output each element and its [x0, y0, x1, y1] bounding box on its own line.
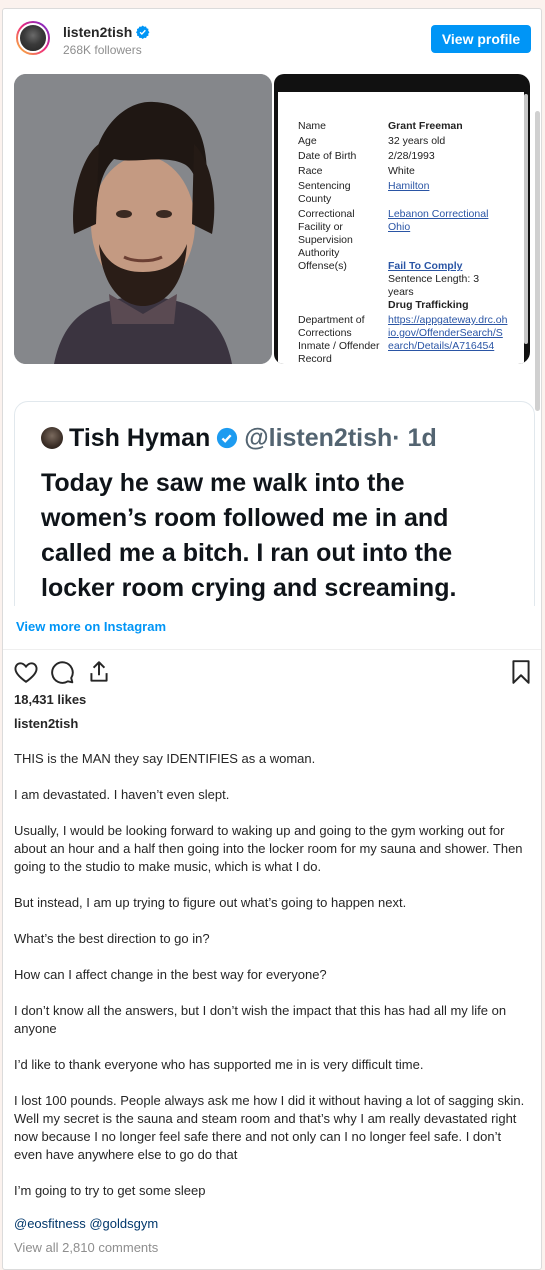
share-icon[interactable] — [86, 659, 112, 685]
record-label: Name — [298, 120, 327, 132]
media-scrollbar[interactable] — [535, 111, 540, 411]
record-label: Age — [298, 135, 317, 147]
caption-text: THIS is the MAN they say IDENTIFIES as a… — [14, 750, 532, 1218]
view-all-comments-link[interactable]: View all 2,810 comments — [14, 1240, 158, 1255]
caption-paragraph: I am devastated. I haven’t even slept. — [14, 787, 230, 802]
record-label: Race — [298, 165, 323, 177]
caption-paragraph: How can I affect change in the best way … — [14, 967, 327, 982]
caption-username[interactable]: listen2tish — [14, 716, 78, 731]
record-link: https://appgateway.drc.ohio.gov/Offender… — [388, 314, 508, 352]
mugshot-photo — [14, 74, 272, 364]
caption-paragraph: I’m going to try to get some sleep — [14, 1183, 206, 1198]
username-text[interactable]: listen2tish — [63, 24, 132, 40]
verified-badge-icon — [217, 427, 238, 449]
follower-count: 268K followers — [63, 43, 142, 57]
record-link: Lebanon Correctional Ohio — [388, 208, 489, 233]
view-profile-button[interactable]: View profile — [431, 25, 531, 53]
caption-paragraph: THIS is the MAN they say IDENTIFIES as a… — [14, 751, 316, 766]
instagram-embed-card: listen2tish 268K followers View profile — [2, 8, 542, 1270]
tweet-screenshot: Tish Hyman @listen2tish· 1d Today he saw … — [14, 401, 535, 606]
caption-paragraph: What’s the best direction to go in? — [14, 931, 210, 946]
tweet-header: Tish Hyman @listen2tish· 1d — [41, 424, 437, 453]
offender-record-image: Name Grant Freeman Age 32 years old Date o… — [274, 74, 530, 364]
caption-mentions[interactable]: @eosfitness @goldsgym — [14, 1216, 158, 1231]
like-count[interactable]: 18,431 likes — [14, 692, 86, 707]
record-scrollbar — [524, 94, 528, 344]
record-link: Fail To Comply — [388, 260, 463, 272]
tweet-avatar — [41, 427, 63, 449]
bookmark-icon[interactable] — [508, 659, 534, 685]
mugshot-illustration — [14, 74, 272, 364]
record-label: Date of Birth — [298, 150, 357, 162]
tweet-author: Tish Hyman — [69, 424, 211, 452]
record-value: 2/28/1993 — [388, 150, 435, 162]
record-value: 32 years old — [388, 135, 446, 147]
tweet-time: · 1d — [392, 424, 437, 452]
caption-paragraph: I don’t know all the answers, but I don’… — [14, 1003, 507, 1036]
post-header: listen2tish 268K followers View profile — [3, 9, 541, 71]
tweet-text: Today he saw me walk into the women’s ro… — [41, 469, 457, 602]
comment-icon[interactable] — [49, 659, 75, 685]
record-label: Sentencing County — [298, 180, 351, 205]
profile-avatar[interactable] — [16, 21, 50, 55]
record-value: White — [388, 165, 415, 177]
record-link: Hamilton — [388, 180, 430, 192]
tweet-handle: @listen2tish — [244, 424, 393, 452]
verified-badge-icon — [136, 25, 150, 39]
view-more-link[interactable]: View more on Instagram — [16, 619, 166, 634]
record-value: Drug Trafficking — [388, 299, 469, 311]
record-document: Name Grant Freeman Age 32 years old Date o… — [278, 92, 524, 364]
caption-paragraph: I lost 100 pounds. People always ask me … — [14, 1093, 525, 1162]
divider — [3, 649, 541, 650]
action-bar — [3, 653, 541, 689]
caption-paragraph: I’d like to thank everyone who has suppo… — [14, 1057, 424, 1072]
heart-icon[interactable] — [13, 659, 39, 685]
record-label: Correctional Facility or Supervision Aut… — [298, 208, 355, 259]
post-media[interactable]: Name Grant Freeman Age 32 years old Date o… — [3, 71, 541, 606]
record-value: Grant Freeman — [388, 120, 463, 132]
record-label: Department of Corrections Inmate / Offen… — [298, 314, 380, 364]
record-value: Sentence Length: 3 years — [388, 273, 480, 298]
caption-paragraph: But instead, I am up trying to figure ou… — [14, 895, 407, 910]
profile-username[interactable]: listen2tish — [63, 24, 150, 40]
caption-paragraph: Usually, I would be looking forward to w… — [14, 823, 523, 874]
record-label: Offense(s) — [298, 260, 347, 272]
